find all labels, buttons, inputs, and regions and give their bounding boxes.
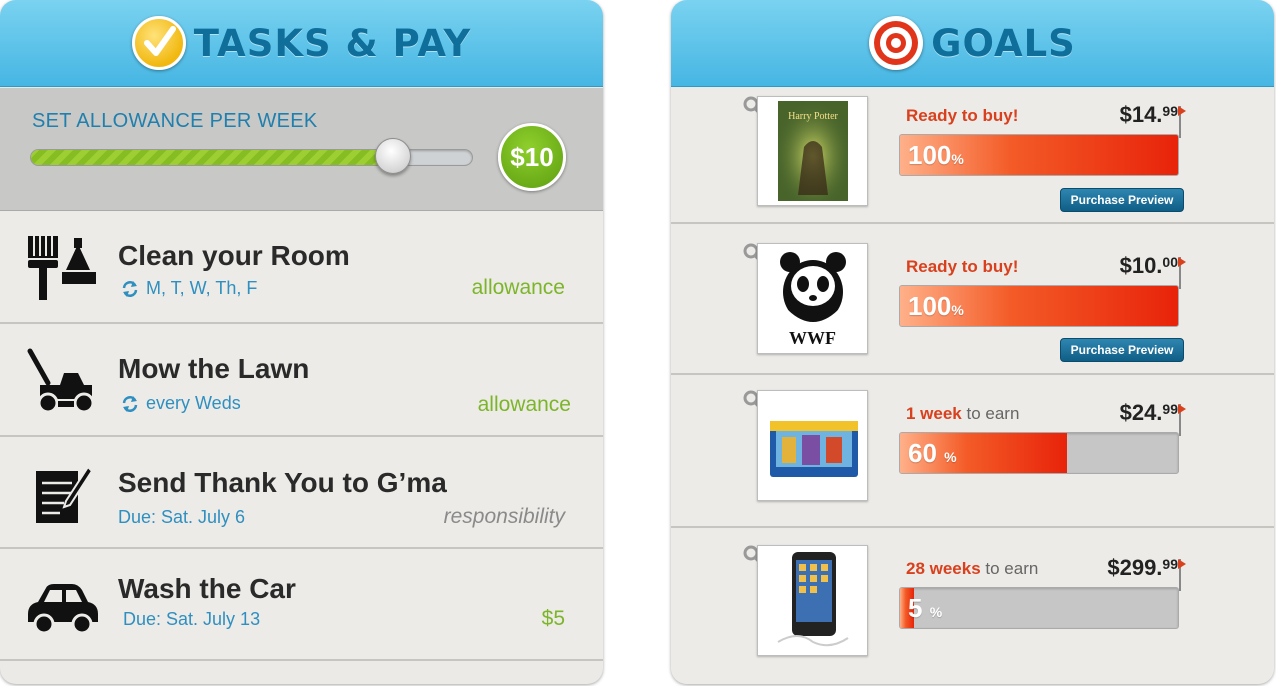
task-schedule: every Weds <box>120 393 241 414</box>
goal-progress-label: 100% <box>908 291 964 321</box>
goal-price: $14.99 <box>1119 102 1178 127</box>
task-schedule-text: every Weds <box>146 393 241 413</box>
task-schedule-text: Due: Sat. July 13 <box>123 609 261 629</box>
wwf-text: WWF <box>789 328 836 348</box>
task-schedule: Due: Sat. July 13 <box>123 609 260 630</box>
purchase-preview-button[interactable]: Purchase Preview <box>1060 338 1184 362</box>
target-icon <box>869 16 924 70</box>
car-icon <box>28 584 98 635</box>
allowance-slider-knob[interactable] <box>375 138 412 174</box>
task-title: Send Thank You to G’ma <box>118 467 447 498</box>
goal-price: $299.99 <box>1107 555 1178 580</box>
allowance-amount-badge: $10 <box>498 123 566 191</box>
goal-progress-bar: 60 % <box>899 432 1179 474</box>
toy-box-image[interactable] <box>757 390 868 501</box>
purchase-preview-button[interactable]: Purchase Preview <box>1060 188 1184 212</box>
music-player-image[interactable] <box>757 545 868 656</box>
task-schedule-text: Due: Sat. July 6 <box>118 507 246 527</box>
goal-status: 1 week to earn <box>906 404 1020 423</box>
task-schedule-text: M, T, W, Th, F <box>146 278 258 298</box>
goal-row[interactable]: Harry Potter Ready to buy! $14.99 100% P… <box>671 88 1274 224</box>
task-title: Wash the Car <box>118 573 296 604</box>
goal-progress-label: 100% <box>908 140 964 170</box>
goals-header: GOALS <box>671 0 1274 87</box>
goal-row[interactable]: WWF Ready to buy! $10.00 100% Purchase P… <box>671 225 1274 375</box>
broom-dustpan-icon <box>28 236 96 300</box>
task-row[interactable]: Clean your Room M, T, W, Th, F allowance <box>0 212 603 324</box>
task-tag: allowance <box>471 276 565 299</box>
book-cover-image[interactable]: Harry Potter <box>757 96 868 206</box>
allowance-slider-fill <box>31 150 395 165</box>
allowance-label: SET ALLOWANCE PER WEEK <box>32 110 318 132</box>
flag-icon <box>1178 559 1186 569</box>
wwf-panda-logo[interactable]: WWF <box>757 243 868 354</box>
task-schedule: M, T, W, Th, F <box>120 278 257 299</box>
task-title: Mow the Lawn <box>118 353 310 384</box>
goal-row[interactable]: 1 week to earn $24.99 60 % <box>671 376 1274 528</box>
task-tag: responsibility <box>443 505 565 528</box>
goal-status: Ready to buy! <box>906 106 1019 125</box>
repeat-icon <box>122 395 138 412</box>
task-row[interactable]: Mow the Lawn every Weds allowance <box>0 325 603 437</box>
repeat-icon <box>122 280 138 297</box>
task-title: Clean your Room <box>118 240 350 271</box>
task-row[interactable]: Send Thank You to G’ma Due: Sat. July 6 … <box>0 437 603 549</box>
goal-price: $24.99 <box>1119 400 1178 425</box>
checkmark-icon <box>131 16 186 70</box>
goal-progress-label: 60 % <box>908 438 957 468</box>
goals-title: GOALS <box>931 21 1076 65</box>
tasks-header: TASKS & PAY <box>0 0 603 87</box>
tasks-title: TASKS & PAY <box>193 21 472 65</box>
goal-progress-bar: 5 % <box>899 587 1179 629</box>
svg-text:Harry Potter: Harry Potter <box>788 111 838 122</box>
goal-status: Ready to buy! <box>906 257 1019 276</box>
letter-icon <box>36 465 94 523</box>
goal-progress-label: 5 % <box>908 593 943 623</box>
goal-row[interactable]: 28 weeks to earn $299.99 5 % <box>671 529 1274 684</box>
allowance-section: SET ALLOWANCE PER WEEK $10 <box>0 88 603 211</box>
flag-icon <box>1178 106 1186 116</box>
goal-progress-bar: 100% <box>899 134 1179 176</box>
flag-icon <box>1178 257 1186 267</box>
task-schedule: Due: Sat. July 6 <box>118 507 245 528</box>
task-tag: $5 <box>541 607 565 630</box>
task-tag: allowance <box>477 393 571 416</box>
goal-price: $10.00 <box>1119 253 1178 278</box>
goals-panel: GOALS Harry Potter Ready to buy! $14.99 … <box>671 0 1274 684</box>
goal-progress-bar: 100% <box>899 285 1179 327</box>
lawn-mower-icon <box>27 348 95 414</box>
goal-status: 28 weeks to earn <box>906 559 1039 578</box>
flag-icon <box>1178 404 1186 414</box>
task-row[interactable]: Wash the Car Due: Sat. July 13 $5 <box>0 549 603 661</box>
tasks-pay-panel: TASKS & PAY SET ALLOWANCE PER WEEK $10 C… <box>0 0 603 684</box>
